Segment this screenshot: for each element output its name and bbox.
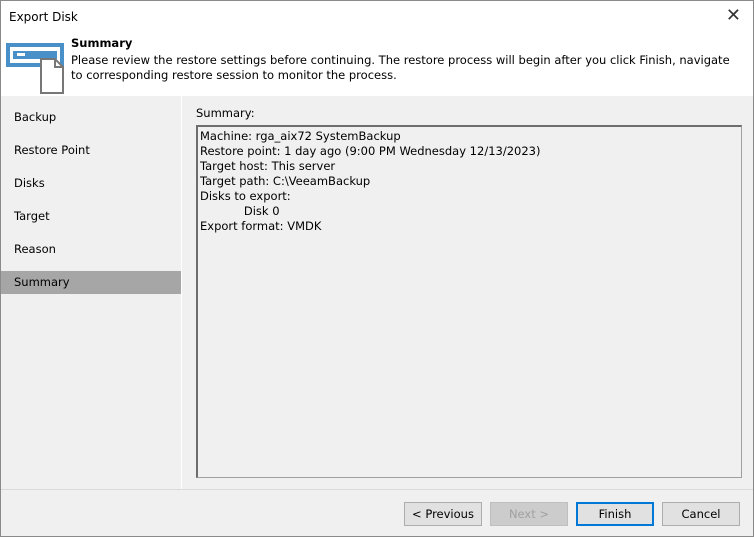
summary-panel: Summary: Machine: rga_aix72 SystemBackup… [181,96,753,489]
nav-item-summary[interactable]: Summary [1,271,181,294]
summary-line: Export format: VMDK [200,219,322,233]
summary-line: Target host: This server [200,159,336,173]
nav-item-restore-point[interactable]: Restore Point [1,139,181,162]
summary-line: Disk 0 [200,204,280,218]
title-bar: Export Disk ✕ [1,1,753,33]
summary-line: Restore point: 1 day ago (9:00 PM Wednes… [200,144,541,158]
close-icon[interactable]: ✕ [726,5,741,26]
header-title: Summary [71,36,133,50]
previous-button[interactable]: < Previous [404,502,482,526]
summary-line: Machine: rga_aix72 SystemBackup [200,129,401,143]
summary-label: Summary: [196,106,255,120]
finish-button[interactable]: Finish [576,502,654,526]
summary-line: Target path: C:\VeeamBackup [200,174,371,188]
nav-item-disks[interactable]: Disks [1,172,181,195]
footer: < Previous Next > Finish Cancel [1,489,753,536]
cancel-button[interactable]: Cancel [662,502,740,526]
export-disk-dialog: Export Disk ✕ Summary Please review the … [0,0,754,537]
nav-item-target[interactable]: Target [1,205,181,228]
wizard-header: Summary Please review the restore settin… [1,33,753,96]
summary-line: Disks to export: [200,189,291,203]
window-title: Export Disk [9,10,78,24]
nav-item-backup[interactable]: Backup [1,106,181,129]
header-description: Please review the restore settings befor… [71,53,730,82]
nav-item-reason[interactable]: Reason [1,238,181,261]
wizard-steps: Backup Restore Point Disks Target Reason… [1,96,181,489]
next-button: Next > [490,502,568,526]
summary-textbox[interactable]: Machine: rga_aix72 SystemBackup Restore p… [196,125,742,478]
export-disk-icon [6,43,64,94]
